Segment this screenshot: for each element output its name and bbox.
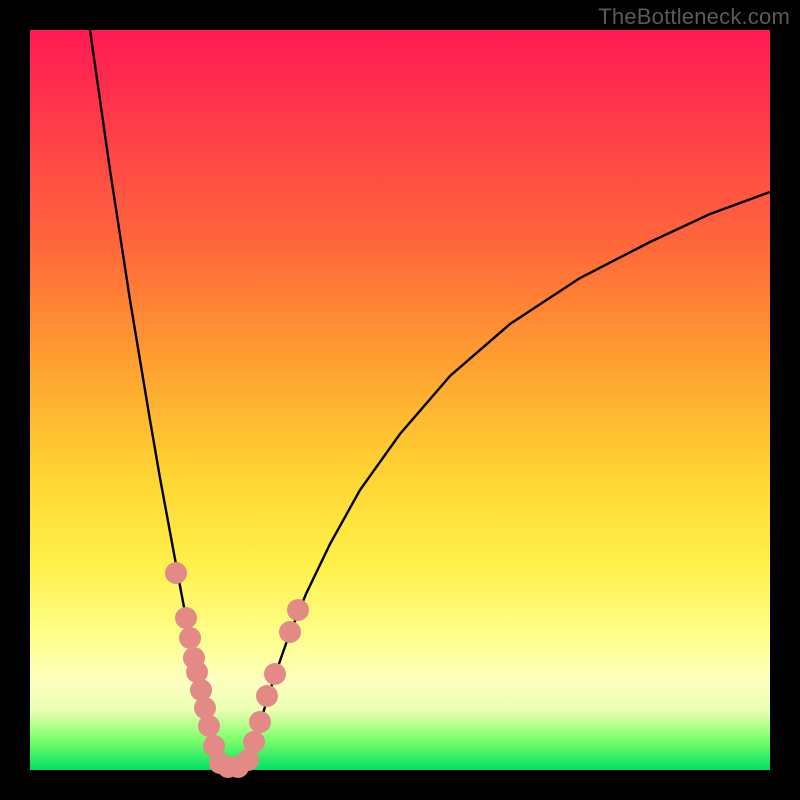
- scatter-dot: [198, 715, 220, 737]
- scatter-dot: [256, 685, 278, 707]
- scatter-dot: [243, 731, 265, 753]
- scatter-dot: [279, 621, 301, 643]
- scatter-dot: [175, 607, 197, 629]
- chart-svg: [30, 30, 770, 770]
- watermark-text: TheBottleneck.com: [598, 4, 790, 30]
- scatter-dots: [165, 562, 309, 778]
- scatter-dot: [179, 627, 201, 649]
- scatter-dot: [165, 562, 187, 584]
- scatter-dot: [249, 711, 271, 733]
- outer-frame: TheBottleneck.com: [0, 0, 800, 800]
- plot-area: [30, 30, 770, 770]
- scatter-dot: [264, 663, 286, 685]
- scatter-dot: [287, 599, 309, 621]
- right-curve: [245, 192, 770, 770]
